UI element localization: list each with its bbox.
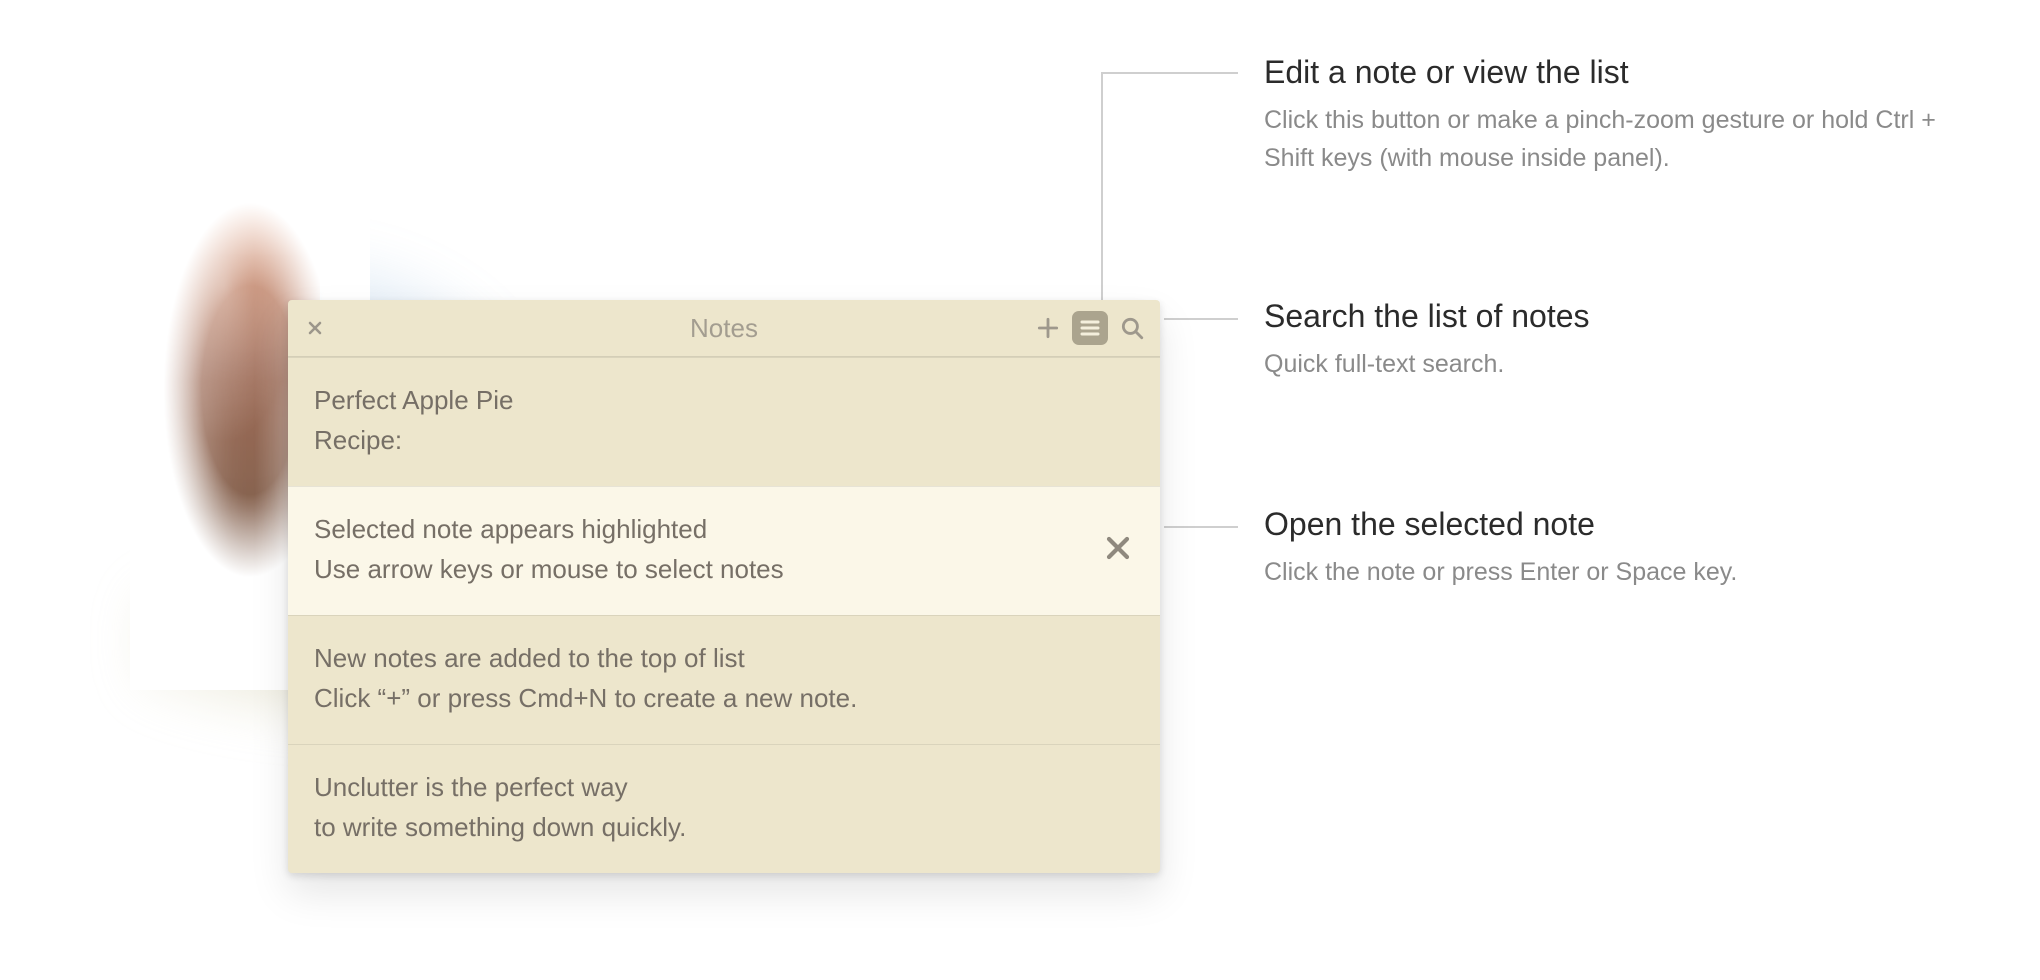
callout-leader bbox=[1164, 318, 1238, 320]
callout-body: Quick full-text search. bbox=[1264, 345, 1984, 383]
list-view-button[interactable] bbox=[1072, 311, 1108, 345]
note-row-selected[interactable]: Selected note appears highlighted Use ar… bbox=[288, 486, 1160, 615]
add-note-button[interactable] bbox=[1034, 314, 1062, 342]
callout: Search the list of notes Quick full-text… bbox=[1264, 298, 1984, 383]
close-icon bbox=[1106, 536, 1130, 560]
callout: Open the selected note Click the note or… bbox=[1264, 506, 1984, 591]
notes-panel: Notes Perfect Apple Pie Recipe: Selected… bbox=[288, 300, 1160, 873]
note-row[interactable]: Unclutter is the perfect way to write so… bbox=[288, 744, 1160, 873]
note-line: Unclutter is the perfect way bbox=[314, 767, 1134, 807]
close-icon bbox=[307, 320, 323, 336]
delete-note-button[interactable] bbox=[1106, 531, 1130, 571]
search-icon bbox=[1119, 315, 1145, 341]
note-line: to write something down quickly. bbox=[314, 807, 1134, 847]
callout-leader bbox=[1101, 72, 1103, 300]
note-row[interactable]: New notes are added to the top of list C… bbox=[288, 615, 1160, 744]
close-button[interactable] bbox=[302, 315, 328, 341]
callout-leader bbox=[1101, 72, 1238, 74]
callout-body: Click the note or press Enter or Space k… bbox=[1264, 553, 1984, 591]
note-line: Recipe: bbox=[314, 420, 1134, 460]
callout-title: Open the selected note bbox=[1264, 506, 1984, 543]
panel-title: Notes bbox=[288, 313, 1160, 344]
note-line: Click “+” or press Cmd+N to create a new… bbox=[314, 678, 1134, 718]
callout: Edit a note or view the list Click this … bbox=[1264, 54, 1984, 177]
note-line: New notes are added to the top of list bbox=[314, 638, 1134, 678]
callout-title: Search the list of notes bbox=[1264, 298, 1984, 335]
note-line: Selected note appears highlighted bbox=[314, 509, 1134, 549]
callout-body: Click this button or make a pinch-zoom g… bbox=[1264, 101, 1984, 177]
callout-title: Edit a note or view the list bbox=[1264, 54, 1984, 91]
notes-titlebar: Notes bbox=[288, 300, 1160, 357]
note-line: Perfect Apple Pie bbox=[314, 380, 1134, 420]
callout-leader bbox=[1164, 526, 1238, 528]
note-row[interactable]: Perfect Apple Pie Recipe: bbox=[288, 357, 1160, 486]
plus-icon bbox=[1035, 315, 1061, 341]
search-button[interactable] bbox=[1118, 314, 1146, 342]
list-icon bbox=[1078, 316, 1102, 340]
note-line: Use arrow keys or mouse to select notes bbox=[314, 549, 1134, 589]
